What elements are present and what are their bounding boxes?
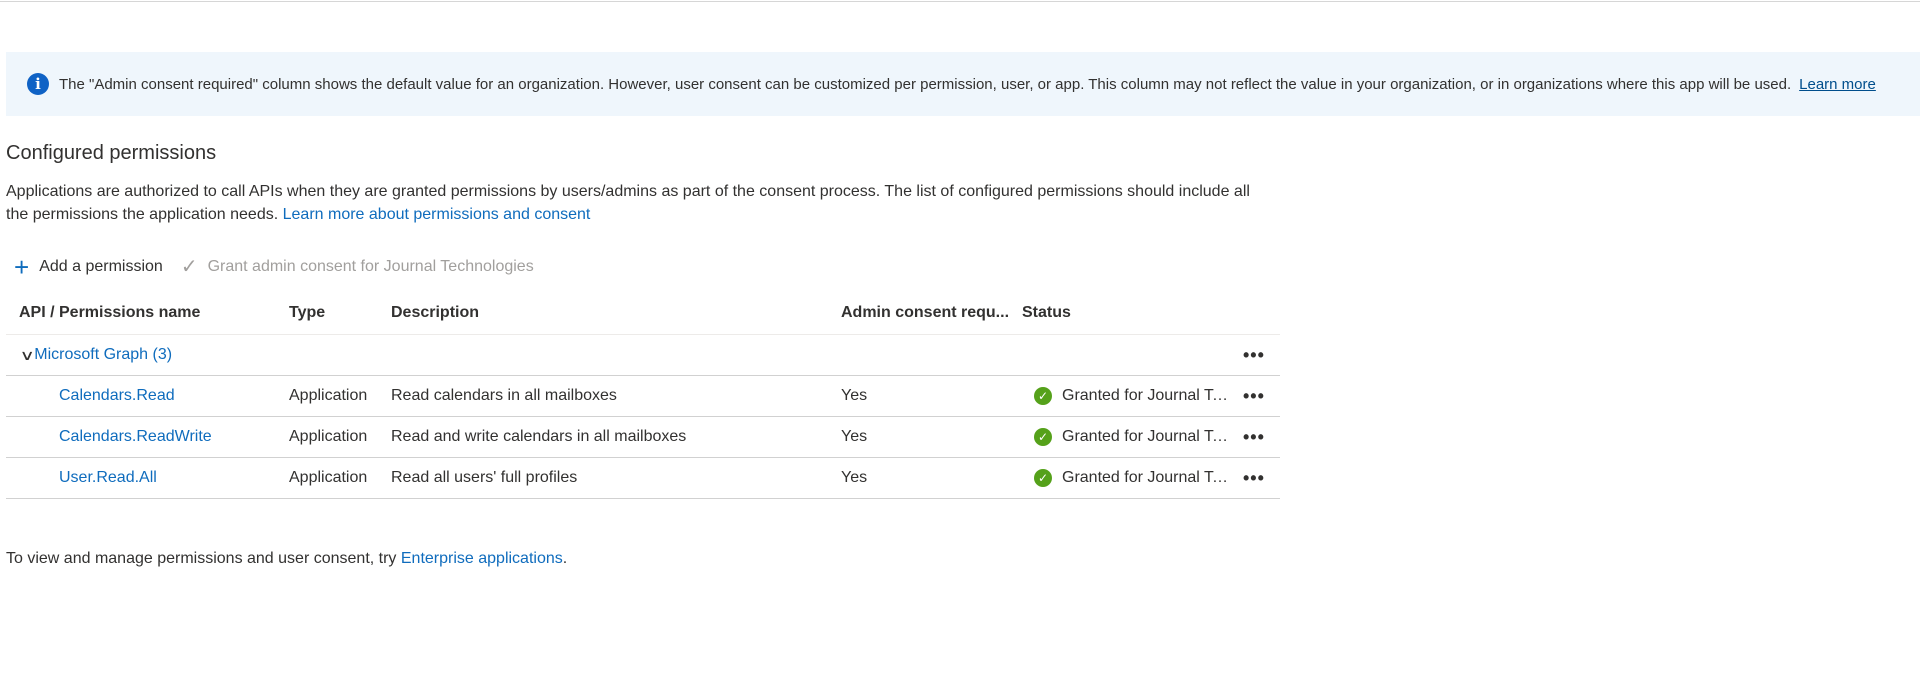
header-admin-consent[interactable]: Admin consent requ... — [841, 292, 1009, 334]
permission-name-link[interactable]: Calendars.Read — [59, 387, 175, 405]
permission-description: Read calendars in all mailboxes — [391, 387, 617, 404]
permission-type: Application — [289, 428, 368, 445]
chevron-down-icon: ∨ — [19, 346, 35, 363]
section-description-text: Applications are authorized to call APIs… — [6, 183, 1250, 223]
success-check-icon: ✓ — [1034, 428, 1052, 446]
admin-consent-value: Yes — [841, 428, 868, 445]
table-row: User.Read.All Application Read all users… — [6, 458, 1280, 499]
add-permission-button[interactable]: + Add a permission — [14, 252, 163, 282]
info-banner: i The "Admin consent required" column sh… — [6, 52, 1920, 116]
group-more-button[interactable]: ••• — [1243, 335, 1265, 375]
success-check-icon: ✓ — [1034, 387, 1052, 405]
row-more-button[interactable]: ••• — [1243, 376, 1265, 416]
plus-icon: + — [14, 252, 30, 282]
table-header: API / Permissions name Type Description … — [6, 292, 1280, 335]
learn-more-link[interactable]: Learn more — [1799, 76, 1876, 93]
enterprise-applications-link[interactable]: Enterprise applications — [401, 550, 563, 567]
permission-name-link[interactable]: User.Read.All — [59, 469, 157, 487]
permission-type: Application — [289, 387, 368, 404]
header-name[interactable]: API / Permissions name — [19, 292, 200, 334]
header-status[interactable]: Status — [1022, 292, 1071, 334]
learn-more-permissions-link[interactable]: Learn more about permissions and consent — [283, 206, 591, 223]
grant-admin-consent-button[interactable]: ✓ Grant admin consent for Journal Techno… — [181, 257, 534, 277]
status-text: Granted for Journal Technologies — [1062, 428, 1232, 445]
permissions-table: API / Permissions name Type Description … — [6, 292, 1280, 499]
status-cell: ✓ Granted for Journal Technologies — [1022, 376, 1232, 416]
row-more-button[interactable]: ••• — [1243, 417, 1265, 457]
row-more-button[interactable]: ••• — [1243, 458, 1265, 498]
header-type[interactable]: Type — [289, 292, 325, 334]
more-icon: ••• — [1243, 344, 1265, 365]
permission-type: Application — [289, 469, 368, 486]
header-description[interactable]: Description — [391, 292, 479, 334]
status-cell: ✓ Granted for Journal Technologies — [1022, 458, 1232, 498]
more-icon: ••• — [1243, 385, 1265, 406]
group-toggle[interactable]: ∨ Microsoft Graph (3) — [19, 335, 172, 375]
add-permission-label: Add a permission — [39, 258, 163, 275]
status-cell: ✓ Granted for Journal Technologies — [1022, 417, 1232, 457]
info-icon: i — [27, 73, 49, 95]
status-text: Granted for Journal Technologies — [1062, 387, 1232, 404]
top-divider — [0, 1, 1920, 2]
toolbar: + Add a permission ✓ Grant admin consent… — [14, 254, 552, 280]
group-label[interactable]: Microsoft Graph (3) — [34, 346, 172, 364]
footer-suffix: . — [562, 550, 568, 567]
section-title: Configured permissions — [6, 142, 217, 164]
permission-name-link[interactable]: Calendars.ReadWrite — [59, 428, 212, 446]
section-description: Applications are authorized to call APIs… — [6, 180, 1276, 226]
info-banner-text: The "Admin consent required" column show… — [59, 75, 1792, 93]
more-icon: ••• — [1243, 467, 1265, 488]
checkmark-icon: ✓ — [180, 256, 198, 278]
more-icon: ••• — [1243, 426, 1265, 447]
table-row: Calendars.ReadWrite Application Read and… — [6, 417, 1280, 458]
group-row-microsoft-graph: ∨ Microsoft Graph (3) ••• — [6, 335, 1280, 376]
table-row: Calendars.Read Application Read calendar… — [6, 376, 1280, 417]
admin-consent-value: Yes — [841, 387, 868, 404]
permission-description: Read and write calendars in all mailboxe… — [391, 428, 687, 445]
success-check-icon: ✓ — [1034, 469, 1052, 487]
grant-admin-consent-label: Grant admin consent for Journal Technolo… — [207, 258, 534, 275]
status-text: Granted for Journal Technologies — [1062, 469, 1232, 486]
footer-note: To view and manage permissions and user … — [6, 550, 567, 568]
permission-description: Read all users' full profiles — [391, 469, 578, 486]
admin-consent-value: Yes — [841, 469, 868, 486]
footer-text: To view and manage permissions and user … — [6, 550, 401, 567]
